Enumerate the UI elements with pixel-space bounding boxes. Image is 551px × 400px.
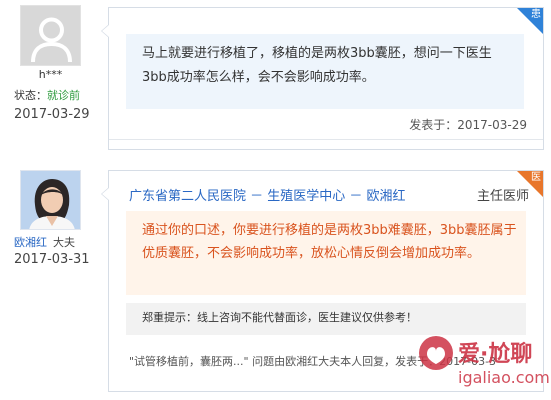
card-pointer: [101, 187, 109, 201]
question-text: 马上就要进行移植了，移植的是两枚3bb囊胚，想问一下医生3bb成功率怎么样，会不…: [126, 34, 524, 109]
watermark-url: igaliao.com: [458, 368, 549, 387]
watermark-text: 爱·尬聊: [458, 341, 532, 367]
card-pointer: [101, 24, 109, 38]
posted-date: 2017-03-29: [457, 118, 527, 132]
patient-username[interactable]: h***: [20, 68, 81, 81]
doctor-avatar[interactable]: [20, 170, 81, 230]
watermark-logo-icon: 爱·尬聊 igaliao.com: [419, 336, 550, 387]
doctor-badge-label: 医: [531, 172, 541, 183]
site-watermark: 爱·尬聊 igaliao.com: [414, 333, 550, 395]
doctor-suffix: 大夫: [53, 236, 75, 249]
doctor-name-link[interactable]: 欧湘红: [14, 236, 47, 249]
posted-label: 发表于：: [409, 118, 458, 132]
answer-date: 2017-03-31: [14, 252, 90, 267]
doctor-role: 主任医师: [476, 189, 529, 204]
doctor-name-line: 欧湘红 大夫: [14, 234, 75, 250]
doctor-photo-icon: [21, 171, 80, 229]
answer-text: 通过你的口述，你要进行移植的是两枚3bb难囊胚，3bb囊胚属于优质囊胚，不会影响…: [126, 211, 526, 295]
card-divider: [109, 139, 543, 140]
status-value: 就诊前: [47, 89, 80, 102]
patient-badge-label: 患: [531, 9, 541, 20]
patient-status: 状态：就诊前: [14, 87, 80, 103]
hospital-department-link[interactable]: 广东省第二人民医院 － 生殖医学中心 － 欧湘红: [129, 185, 406, 204]
question-posted: 发表于：2017-03-29: [409, 116, 527, 133]
question-date: 2017-03-29: [14, 107, 90, 122]
question-card: 患 马上就要进行移植了，移植的是两枚3bb囊胚，想问一下医生3bb成功率怎么样，…: [101, 7, 544, 150]
default-user-icon: [21, 6, 80, 65]
disclaimer-tip: 郑重提示：线上咨询不能代替面诊，医生建议仅供参考！: [126, 303, 526, 335]
status-label: 状态：: [14, 89, 47, 102]
patient-avatar: [20, 5, 81, 66]
